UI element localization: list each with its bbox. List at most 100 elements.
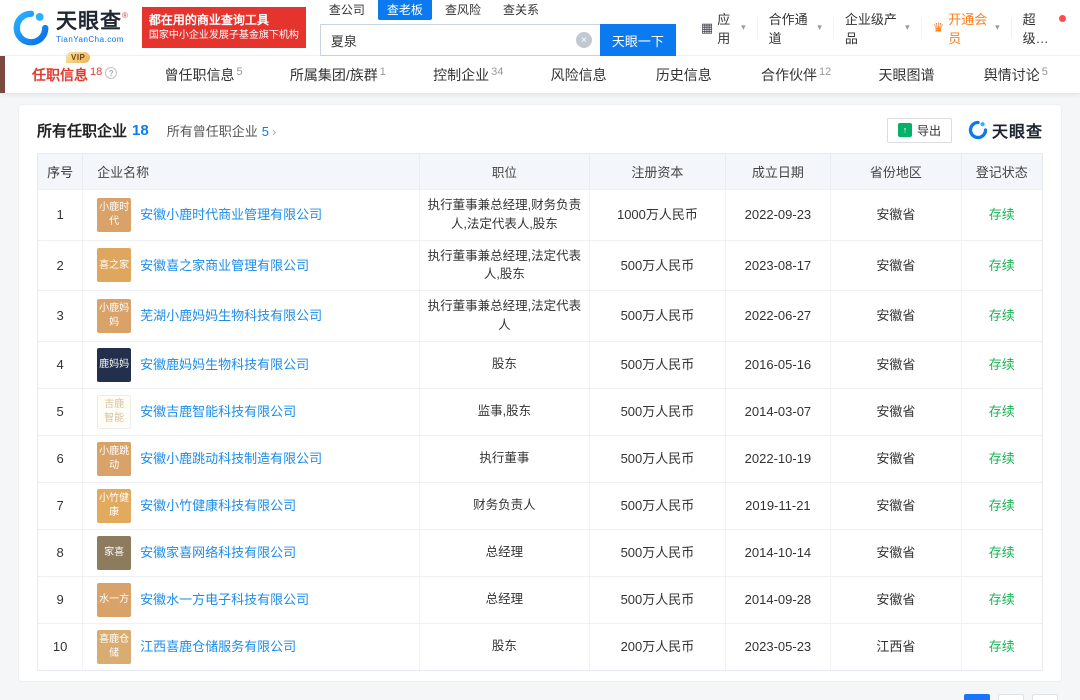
registered-mark: ® (122, 11, 128, 20)
company-link[interactable]: 安徽小竹健康科技有限公司 (140, 496, 296, 516)
promo-banner: 都在用的商业查询工具 国家中小企业发展子基金旗下机构 (142, 7, 306, 49)
tab-graph[interactable]: 天眼图谱 (879, 65, 937, 85)
col-header-index: 序号 (38, 154, 83, 189)
main-content: 所有任职企业 18 所有曾任职企业5› ↑ 导出 天眼查 (0, 94, 1080, 700)
province-cell: 安徽省 (831, 190, 962, 240)
section-tabbar: VIP 任职信息18? 曾任职信息5 所属集团/族群1 控制企业34 风险信息 … (0, 56, 1080, 94)
company-cell: 水一方 安徽水一方电子科技有限公司 (83, 577, 419, 623)
export-button[interactable]: ↑ 导出 (887, 118, 952, 143)
company-logo: 小鹿跳动 (97, 442, 131, 476)
tab-history-info[interactable]: 历史信息 (656, 65, 714, 85)
company-link[interactable]: 安徽小鹿跳动科技制造有限公司 (140, 449, 322, 469)
watermark-text: 天眼查 (992, 118, 1043, 142)
table-row: 8 家喜 安徽家喜网络科技有限公司 总经理 500万人民币 2014-10-14… (38, 529, 1042, 576)
info-icon[interactable]: ? (105, 67, 117, 79)
search-row: × 天眼一下 (320, 24, 676, 56)
status-cell: 存续 (962, 483, 1042, 529)
company-logo: 水一方 (97, 583, 131, 617)
grid-icon: ▦ (701, 20, 713, 36)
search-area: 查公司 查老板 查风险 查关系 × 天眼一下 (320, 0, 676, 56)
table-row: 6 小鹿跳动 安徽小鹿跳动科技制造有限公司 执行董事 500万人民币 2022-… (38, 435, 1042, 482)
capital-cell: 1000万人民币 (590, 190, 726, 240)
company-cell: 鹿妈妈 安徽鹿妈妈生物科技有限公司 (83, 342, 419, 388)
chevron-down-icon: ▾ (995, 22, 1000, 33)
crown-icon: ♛ (933, 20, 945, 36)
tab-risk-info[interactable]: 风险信息 (551, 65, 609, 85)
pagination: 1 2 › (22, 694, 1058, 700)
province-cell: 安徽省 (831, 389, 962, 435)
date-cell: 2023-05-23 (726, 624, 831, 670)
position-cell: 总经理 (420, 530, 591, 576)
company-link[interactable]: 芜湖小鹿妈妈生物科技有限公司 (140, 306, 322, 326)
tab-past-positions[interactable]: 曾任职信息5 (164, 65, 242, 85)
position-cell: 总经理 (420, 577, 591, 623)
status-badge: 存续 (989, 306, 1015, 326)
search-tab-relation[interactable]: 查关系 (494, 0, 548, 20)
status-badge: 存续 (989, 590, 1015, 610)
date-cell: 2014-10-14 (726, 530, 831, 576)
menu-super[interactable]: 超级… (1011, 18, 1068, 38)
status-badge: 存续 (989, 256, 1015, 276)
menu-enterprise[interactable]: 企业级产品 ▾ (833, 18, 921, 38)
menu-partners[interactable]: 合作通道 ▾ (757, 18, 833, 38)
table-body: 1 小鹿时代 安徽小鹿时代商业管理有限公司 执行董事兼总经理,财务负责人,法定代… (38, 189, 1042, 670)
status-badge: 存续 (989, 355, 1015, 375)
status-cell: 存续 (962, 291, 1042, 341)
province-cell: 安徽省 (831, 291, 962, 341)
tab-controlled-companies[interactable]: 控制企业34 (433, 65, 503, 85)
promo-line1: 都在用的商业查询工具 (149, 12, 299, 29)
date-cell: 2022-09-23 (726, 190, 831, 240)
tianyancha-logo[interactable]: 天眼查® TianYanCha.com (12, 9, 128, 47)
row-index: 10 (38, 624, 83, 670)
company-cell: 小鹿妈妈 芜湖小鹿妈妈生物科技有限公司 (83, 291, 419, 341)
col-header-position: 职位 (420, 154, 591, 189)
province-cell: 安徽省 (831, 530, 962, 576)
section-title-count: 18 (132, 122, 149, 139)
company-link[interactable]: 安徽喜之家商业管理有限公司 (140, 256, 309, 276)
menu-partners-label: 合作通道 (769, 9, 814, 47)
top-menu: ▦ 应用 ▾ 合作通道 ▾ 企业级产品 ▾ ♛ 开通会员 ▾ 超级… (690, 18, 1068, 38)
company-link[interactable]: 江西喜鹿仓储服务有限公司 (140, 637, 296, 657)
company-cell: 小鹿跳动 安徽小鹿跳动科技制造有限公司 (83, 436, 419, 482)
company-link[interactable]: 安徽水一方电子科技有限公司 (140, 590, 309, 610)
col-header-status: 登记状态 (962, 154, 1042, 189)
capital-cell: 500万人民币 (590, 436, 726, 482)
tab-group[interactable]: 所属集团/族群1 (290, 65, 386, 85)
status-cell: 存续 (962, 241, 1042, 291)
tab-positions[interactable]: VIP 任职信息18? (32, 65, 117, 85)
page-button-2[interactable]: 2 (998, 694, 1024, 700)
province-cell: 安徽省 (831, 436, 962, 482)
col-header-province: 省份地区 (831, 154, 962, 189)
menu-vip-label: 开通会员 (948, 9, 991, 47)
tab-scroll-edge (0, 56, 5, 93)
past-positions-link[interactable]: 所有曾任职企业5› (167, 121, 277, 140)
clear-icon[interactable]: × (576, 32, 592, 48)
table-row: 3 小鹿妈妈 芜湖小鹿妈妈生物科技有限公司 执行董事兼总经理,法定代表人 500… (38, 290, 1042, 341)
company-link[interactable]: 安徽家喜网络科技有限公司 (140, 543, 296, 563)
tab-partners[interactable]: 合作伙伴12 (761, 65, 831, 85)
page-button-1[interactable]: 1 (964, 694, 990, 700)
menu-vip[interactable]: ♛ 开通会员 ▾ (921, 18, 1011, 38)
company-logo: 吉鹿智能 (97, 395, 131, 429)
top-header: 天眼查® TianYanCha.com 都在用的商业查询工具 国家中小企业发展子… (0, 0, 1080, 56)
menu-apps[interactable]: ▦ 应用 ▾ (690, 18, 757, 38)
company-cell: 小鹿时代 安徽小鹿时代商业管理有限公司 (83, 190, 419, 240)
search-tab-boss[interactable]: 查老板 (378, 0, 432, 20)
table-header-row: 序号 企业名称 职位 注册资本 成立日期 省份地区 登记状态 (38, 154, 1042, 189)
search-button[interactable]: 天眼一下 (600, 24, 676, 56)
search-input[interactable] (320, 24, 600, 56)
table-row: 7 小竹健康 安徽小竹健康科技有限公司 财务负责人 500万人民币 2019-1… (38, 482, 1042, 529)
next-page-button[interactable]: › (1032, 694, 1058, 700)
logo-swirl-icon (12, 9, 50, 47)
search-tab-company[interactable]: 查公司 (320, 0, 374, 20)
search-tab-risk[interactable]: 查风险 (436, 0, 490, 20)
status-badge: 存续 (989, 402, 1015, 422)
col-header-date: 成立日期 (726, 154, 831, 189)
status-badge: 存续 (989, 543, 1015, 563)
capital-cell: 500万人民币 (590, 530, 726, 576)
company-link[interactable]: 安徽鹿妈妈生物科技有限公司 (140, 355, 309, 375)
company-link[interactable]: 安徽吉鹿智能科技有限公司 (140, 402, 296, 422)
company-link[interactable]: 安徽小鹿时代商业管理有限公司 (140, 205, 322, 225)
tab-sentiment[interactable]: 舆情讨论5 (984, 65, 1048, 85)
logo-cn: 天眼查 (56, 10, 122, 33)
